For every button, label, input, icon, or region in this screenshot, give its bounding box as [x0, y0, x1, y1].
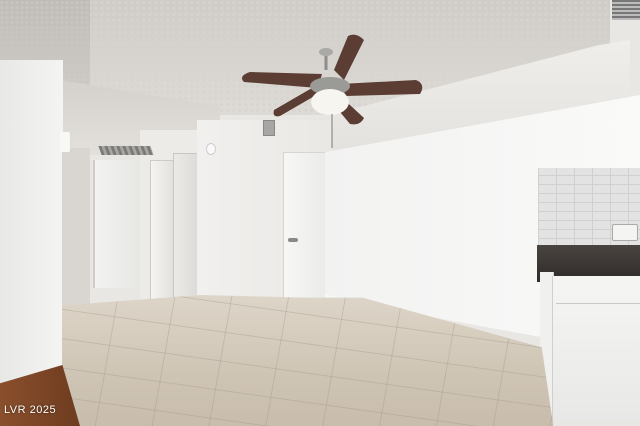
watermark: LVR 2025 — [4, 404, 57, 416]
room-photo: LVR 2025 — [0, 0, 640, 426]
ceiling-fan-icon — [242, 34, 423, 148]
